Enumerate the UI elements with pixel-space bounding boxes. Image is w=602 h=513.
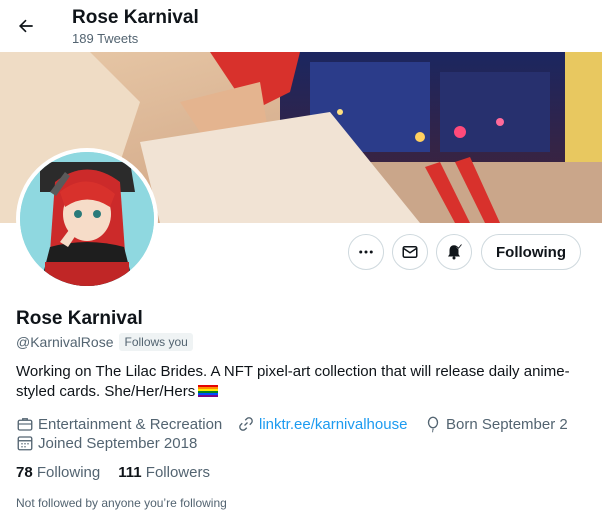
briefcase-icon	[17, 418, 33, 431]
following-button[interactable]: Following	[481, 234, 581, 270]
following-label: Following	[36, 464, 101, 481]
message-button[interactable]	[392, 234, 428, 270]
profile-birthday: Born September 2	[424, 415, 568, 433]
arrow-left-icon	[19, 19, 33, 33]
follows-you-badge: Follows you	[119, 333, 193, 351]
profile-name: Rose Karnival	[16, 308, 143, 329]
profile-header-bar: Rose Karnival 189 Tweets	[0, 0, 602, 52]
joined-label: Joined September 2018	[38, 434, 198, 452]
following-count-link[interactable]: 78 Following	[16, 464, 100, 481]
bell-check-icon	[448, 244, 463, 260]
header-title: Rose Karnival	[72, 7, 199, 28]
back-button[interactable]	[8, 8, 44, 44]
profile-avatar[interactable]	[16, 148, 158, 290]
more-button[interactable]	[348, 234, 384, 270]
notifications-button[interactable]	[436, 234, 472, 270]
more-icon	[359, 250, 373, 254]
followers-label: Followers	[145, 464, 210, 481]
message-icon	[402, 246, 418, 258]
link-icon	[239, 417, 253, 431]
profile-handle: @KarnivalRose	[16, 334, 114, 350]
profile-bio: Working on The Lilac Brides. A NFT pixel…	[16, 362, 586, 402]
not-followed-note: Not followed by anyone you’re following	[16, 496, 227, 510]
calendar-icon	[17, 436, 33, 451]
followers-count-link[interactable]: 111 Followers	[118, 464, 210, 481]
rainbow-flag-icon	[198, 385, 219, 397]
followers-count: 111	[118, 464, 142, 481]
tweet-count: 189 Tweets	[72, 31, 139, 46]
website-link[interactable]: linktr.ee/karnivalhouse	[259, 416, 407, 433]
category-label: Entertainment & Recreation	[38, 415, 223, 433]
profile-category: Entertainment & Recreation	[16, 415, 222, 433]
handle-row: @KarnivalRose Follows you	[16, 333, 193, 351]
birthday-label: Born September 2	[446, 415, 568, 433]
profile-website[interactable]: linktr.ee/karnivalhouse	[237, 415, 407, 433]
profile-joined: Joined September 2018	[16, 434, 197, 452]
follow-counts: 78 Following 111 Followers	[16, 464, 228, 481]
following-count: 78	[16, 464, 33, 481]
bio-text: Working on The Lilac Brides. A NFT pixel…	[16, 363, 570, 400]
balloon-icon	[427, 416, 439, 433]
